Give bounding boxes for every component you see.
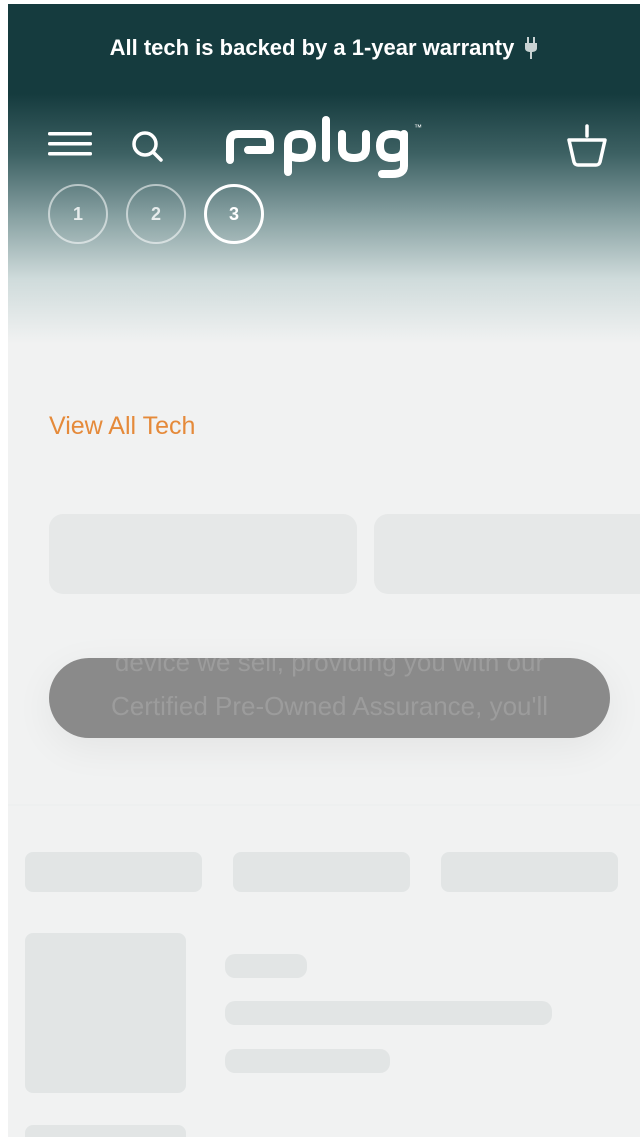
step-3[interactable]: 3 <box>204 184 264 244</box>
view-all-tech-link[interactable]: View All Tech <box>49 412 195 441</box>
text-skeleton <box>225 954 307 978</box>
product-image-skeleton <box>25 1125 186 1137</box>
svg-text:™: ™ <box>414 123 422 132</box>
plug-icon <box>524 37 538 59</box>
page: All tech is backed by a 1-year warranty <box>8 4 640 1137</box>
faded-description: device we sell, providing you with our C… <box>49 658 610 728</box>
divider <box>8 804 640 806</box>
loading-button-overlay[interactable]: device we sell, providing you with our C… <box>49 658 610 738</box>
faded-text-line: device we sell, providing you with our <box>114 658 545 677</box>
basket-icon[interactable] <box>563 122 611 170</box>
announcement-text: All tech is backed by a 1-year warranty <box>109 35 515 60</box>
tab-skeleton <box>25 852 202 892</box>
step-indicator: 1 2 3 <box>48 184 264 244</box>
step-2[interactable]: 2 <box>126 184 186 244</box>
plug-logo[interactable]: ™ <box>226 114 436 178</box>
search-icon[interactable] <box>128 126 168 166</box>
announcement-bar: All tech is backed by a 1-year warranty <box>8 4 640 92</box>
site-header: ™ <box>8 114 640 178</box>
hamburger-menu-icon[interactable] <box>48 126 92 162</box>
tab-skeleton <box>233 852 410 892</box>
filter-pill-skeleton[interactable] <box>374 514 640 594</box>
faded-text-line: Certified Pre-Owned Assurance, you'll <box>110 691 549 721</box>
step-1[interactable]: 1 <box>48 184 108 244</box>
text-skeleton <box>225 1001 552 1025</box>
filter-pill-skeleton[interactable] <box>49 514 357 594</box>
product-image-skeleton <box>25 933 186 1093</box>
text-skeleton <box>225 1049 390 1073</box>
tab-skeleton <box>441 852 618 892</box>
